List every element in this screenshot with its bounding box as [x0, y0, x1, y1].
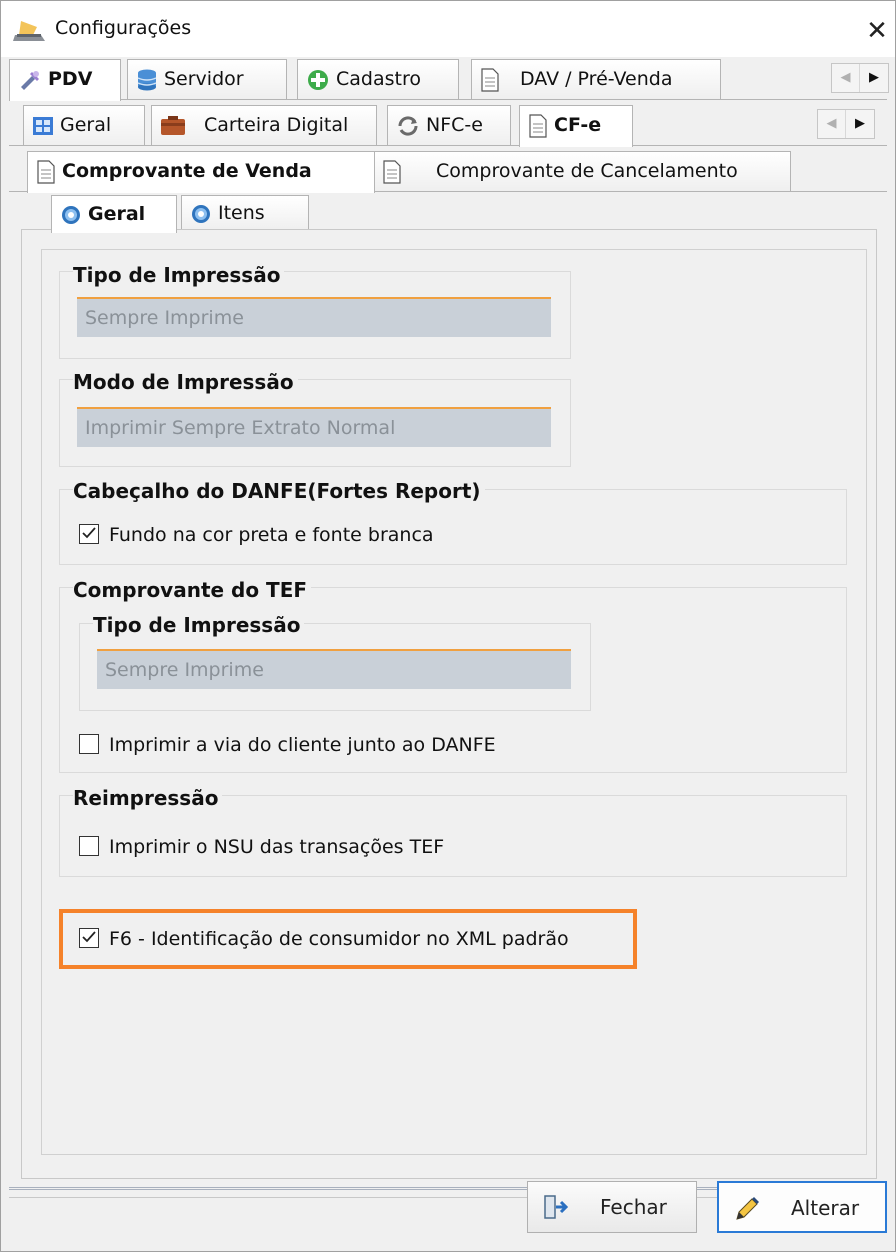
gear-icon [62, 205, 80, 224]
tab-nfce[interactable]: NFC-e [387, 105, 511, 145]
grid-icon [33, 116, 53, 135]
tab-divider [9, 99, 887, 100]
tef-tipo-impressao-select[interactable]: Sempre Imprime [97, 649, 571, 689]
tab-comprovante-cancelamento-label: Comprovante de Cancelamento [436, 160, 738, 182]
pencil-icon [736, 1197, 759, 1220]
nsu-label: Imprimir o NSU das transações TEF [109, 836, 445, 858]
scroll-right-icon[interactable]: ▶ [846, 110, 874, 138]
wallet-icon [161, 115, 185, 135]
tab-comprovante-cancelamento[interactable]: Comprovante de Cancelamento [373, 151, 791, 191]
config-window: Configurações ✕ PDV Servidor Cadastro DA… [0, 0, 896, 1252]
checkmark-icon [82, 931, 96, 943]
gear-icon [192, 204, 210, 223]
tipo-impressao-select[interactable]: Sempre Imprime [77, 297, 551, 337]
tabrow-cfe: Comprovante de Venda Comprovante de Canc… [9, 151, 889, 193]
tab-servidor-label: Servidor [164, 68, 244, 90]
via-cliente-checkbox-row[interactable]: Imprimir a via do cliente junto ao DANFE [79, 733, 496, 757]
tab-carteira-label: Carteira Digital [204, 114, 349, 136]
group-title-tef-tipo-impressao: Tipo de Impressão [93, 613, 305, 637]
exit-door-icon [544, 1195, 568, 1219]
close-button[interactable]: ✕ [859, 15, 895, 51]
fechar-button[interactable]: Fechar [527, 1181, 697, 1233]
fechar-label: Fechar [600, 1195, 667, 1219]
title-bar: Configurações ✕ [1, 1, 895, 57]
group-title-modo-impressao: Modo de Impressão [73, 370, 298, 394]
alterar-label: Alterar [791, 1196, 860, 1220]
tab-carteira-digital[interactable]: Carteira Digital [151, 105, 377, 145]
document-icon [529, 113, 547, 138]
tab-itens[interactable]: Itens [181, 195, 309, 231]
tab-geral[interactable]: Geral [23, 105, 145, 145]
via-cliente-checkbox[interactable] [79, 734, 99, 754]
add-circle-icon [308, 69, 328, 90]
scroll-left-icon[interactable]: ◀ [818, 110, 846, 138]
fundo-preto-checkbox-row[interactable]: Fundo na cor preta e fonte branca [79, 523, 434, 547]
tab-dav-label: DAV / Pré-Venda [520, 68, 673, 90]
tab-pdv[interactable]: PDV [9, 59, 121, 101]
tab-cadastro[interactable]: Cadastro [297, 59, 459, 99]
nsu-checkbox[interactable] [79, 836, 99, 856]
f6-label: F6 - Identificação de consumidor no XML … [109, 928, 569, 950]
window-title: Configurações [55, 17, 192, 39]
tab-cadastro-label: Cadastro [336, 68, 421, 90]
tab-itens-label: Itens [218, 202, 265, 224]
tab-dav[interactable]: DAV / Pré-Venda [471, 59, 721, 99]
tabrow-pdv: Geral Carteira Digital NFC-e CF-e ◀ ▶ [9, 105, 889, 147]
database-icon [137, 69, 157, 90]
tab-comprovante-venda[interactable]: Comprovante de Venda [27, 151, 375, 193]
f6-checkbox-row[interactable]: F6 - Identificação de consumidor no XML … [79, 927, 569, 951]
fundo-preto-label: Fundo na cor preta e fonte branca [109, 524, 434, 546]
tab-nfce-label: NFC-e [426, 114, 483, 136]
fundo-preto-checkbox[interactable] [79, 524, 99, 544]
tools-icon [21, 70, 39, 90]
nsu-checkbox-row[interactable]: Imprimir o NSU das transações TEF [79, 835, 444, 859]
group-title-tipo-impressao: Tipo de Impressão [73, 263, 285, 287]
tab-divider [9, 145, 887, 146]
printer-icon [13, 21, 45, 41]
via-cliente-label: Imprimir a via do cliente junto ao DANFE [109, 734, 496, 756]
refresh-icon [398, 115, 418, 136]
tab-cfe-label: CF-e [554, 114, 602, 136]
document-icon [383, 159, 401, 184]
tab-comprovante-venda-label: Comprovante de Venda [62, 160, 312, 182]
document-icon [481, 67, 499, 92]
tab-scroll-pdv[interactable]: ◀ ▶ [817, 109, 875, 139]
tab-scroll-main[interactable]: ◀ ▶ [831, 63, 889, 93]
tab-servidor[interactable]: Servidor [127, 59, 287, 99]
modo-impressao-select[interactable]: Imprimir Sempre Extrato Normal [77, 407, 551, 447]
scroll-left-icon[interactable]: ◀ [832, 64, 860, 92]
alterar-button[interactable]: Alterar [717, 1181, 887, 1233]
f6-checkbox[interactable] [79, 928, 99, 948]
tab-cfe[interactable]: CF-e [519, 105, 633, 147]
tab-pdv-label: PDV [48, 68, 93, 90]
group-title-cabecalho: Cabeçalho do DANFE(Fortes Report) [73, 479, 485, 503]
document-icon [37, 159, 55, 184]
checkmark-icon [82, 527, 96, 539]
tabrow-main: PDV Servidor Cadastro DAV / Pré-Venda ◀ … [9, 59, 889, 101]
tab-geral-label: Geral [60, 114, 112, 136]
group-title-comprovante-tef: Comprovante do TEF [73, 578, 312, 602]
tab-geral-inner-label: Geral [88, 203, 146, 225]
tab-geral-inner[interactable]: Geral [51, 195, 177, 233]
group-title-reimpressao: Reimpressão [73, 786, 223, 810]
scroll-right-icon[interactable]: ▶ [860, 64, 888, 92]
